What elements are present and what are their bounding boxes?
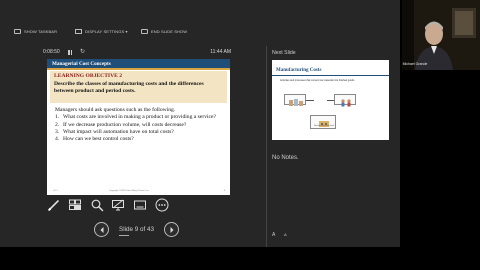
end-show-icon (141, 29, 148, 34)
timer-row: 0:08:50 ↻ 11:44 AM (43, 49, 231, 57)
slide-navigation: Slide 9 of 43 (94, 222, 184, 238)
speaker-notes[interactable]: No Notes. (272, 155, 299, 161)
display-settings-label: DISPLAY SETTINGS ▾ (85, 29, 128, 34)
labor-box (334, 94, 356, 107)
question-item: 2. If we decrease production volume, wil… (55, 122, 227, 128)
notes-zoom-in-icon[interactable]: A (272, 232, 275, 238)
reset-timer-icon[interactable]: ↻ (80, 48, 85, 55)
next-slide-label: Next Slide (272, 50, 296, 56)
question-item: 4. How can we best control costs? (55, 136, 227, 142)
presenter-name: Michael Grande (402, 62, 428, 66)
subtitles-icon[interactable] (133, 198, 147, 212)
show-taskbar-button[interactable]: SHOW TASKBAR (14, 29, 57, 34)
question-text: What costs are involved in making a prod… (63, 114, 217, 121)
next-slide-thumbnail[interactable]: Manufacturing Costs Activities and proce… (272, 60, 389, 140)
previous-slide-button[interactable] (94, 222, 109, 237)
question-text: What impact will automation have on tota… (63, 128, 174, 135)
elapsed-timer: 0:08:50 (43, 49, 60, 55)
objective-title: LEARNING OBJECTIVE 2 (54, 73, 123, 79)
end-slide-show-label: END SLIDE SHOW (151, 29, 188, 34)
display-settings-button[interactable]: DISPLAY SETTINGS ▾ (75, 29, 128, 34)
monitor-icon (75, 29, 82, 34)
raw-materials-box (284, 94, 306, 106)
flow-arrow (327, 100, 334, 101)
question-number: 4. (55, 136, 60, 143)
learning-objective-box: LEARNING OBJECTIVE 2 Describe the classe… (50, 71, 227, 103)
slide-counter[interactable]: Slide 9 of 43 (119, 226, 154, 233)
next-slide-button[interactable] (164, 222, 179, 237)
presenter-toolbar: SHOW TASKBAR DISPLAY SETTINGS ▾ END SLID… (0, 26, 400, 40)
question-text: How can we best control costs? (63, 136, 134, 143)
slide-header-stripe (47, 68, 230, 70)
question-text: If we decrease production volume, will c… (63, 121, 187, 128)
overhead-box: Manufacturing Overhead (310, 115, 336, 129)
black-screen-icon[interactable] (111, 198, 125, 212)
question-item: 3. What impact will automation have on t… (55, 129, 227, 135)
presenter-view: SHOW TASKBAR DISPLAY SETTINGS ▾ END SLID… (0, 0, 400, 247)
slide-tools (47, 198, 177, 214)
taskbar-icon (14, 29, 21, 34)
objective-text: Describe the classes of manufacturing co… (54, 81, 204, 94)
question-number: 2. (55, 121, 60, 128)
slide-header: Managerial Cost Concepts (47, 59, 230, 68)
flow-arrow (306, 100, 314, 101)
footer-copyright: Copyright ©2018 John Wiley & Sons, Inc. (109, 190, 150, 192)
slide-footer: LO 2 Copyright ©2018 John Wiley & Sons, … (47, 188, 230, 195)
show-taskbar-label: SHOW TASKBAR (24, 29, 58, 34)
end-slide-show-button[interactable]: END SLIDE SHOW (141, 29, 187, 34)
footer-page: 9 (223, 190, 225, 192)
pen-icon[interactable] (47, 198, 61, 212)
slide-body: Managers should ask questions such as th… (55, 107, 227, 142)
pause-icon[interactable] (68, 50, 73, 55)
current-slide[interactable]: Managerial Cost Concepts LEARNING OBJECT… (47, 59, 230, 195)
notes-zoom-out-icon[interactable]: A (284, 232, 287, 237)
more-options-icon[interactable] (155, 198, 169, 212)
question-item: 1. What costs are involved in making a p… (55, 114, 227, 120)
see-all-slides-icon[interactable] (68, 198, 82, 212)
overhead-label: Manufacturing Overhead (314, 125, 334, 127)
slide-intro: Managers should ask questions such as th… (55, 107, 176, 113)
presenter-video-icon (402, 0, 480, 70)
chevron-left-icon (100, 227, 104, 233)
next-slide-text: Activities and processes that convert ra… (280, 79, 355, 82)
chevron-right-icon (170, 227, 174, 233)
clock: 11:44 AM (210, 49, 231, 55)
next-slide-stripe (272, 75, 389, 76)
footer-lo: LO 2 (53, 190, 58, 192)
question-number: 3. (55, 128, 60, 135)
question-number: 1. (55, 114, 60, 121)
webcam-feed (402, 0, 480, 70)
next-slide-title: Manufacturing Costs (276, 68, 322, 73)
zoom-icon[interactable] (90, 198, 104, 212)
panel-divider[interactable] (266, 46, 267, 247)
slide-counter-underline (119, 235, 129, 236)
